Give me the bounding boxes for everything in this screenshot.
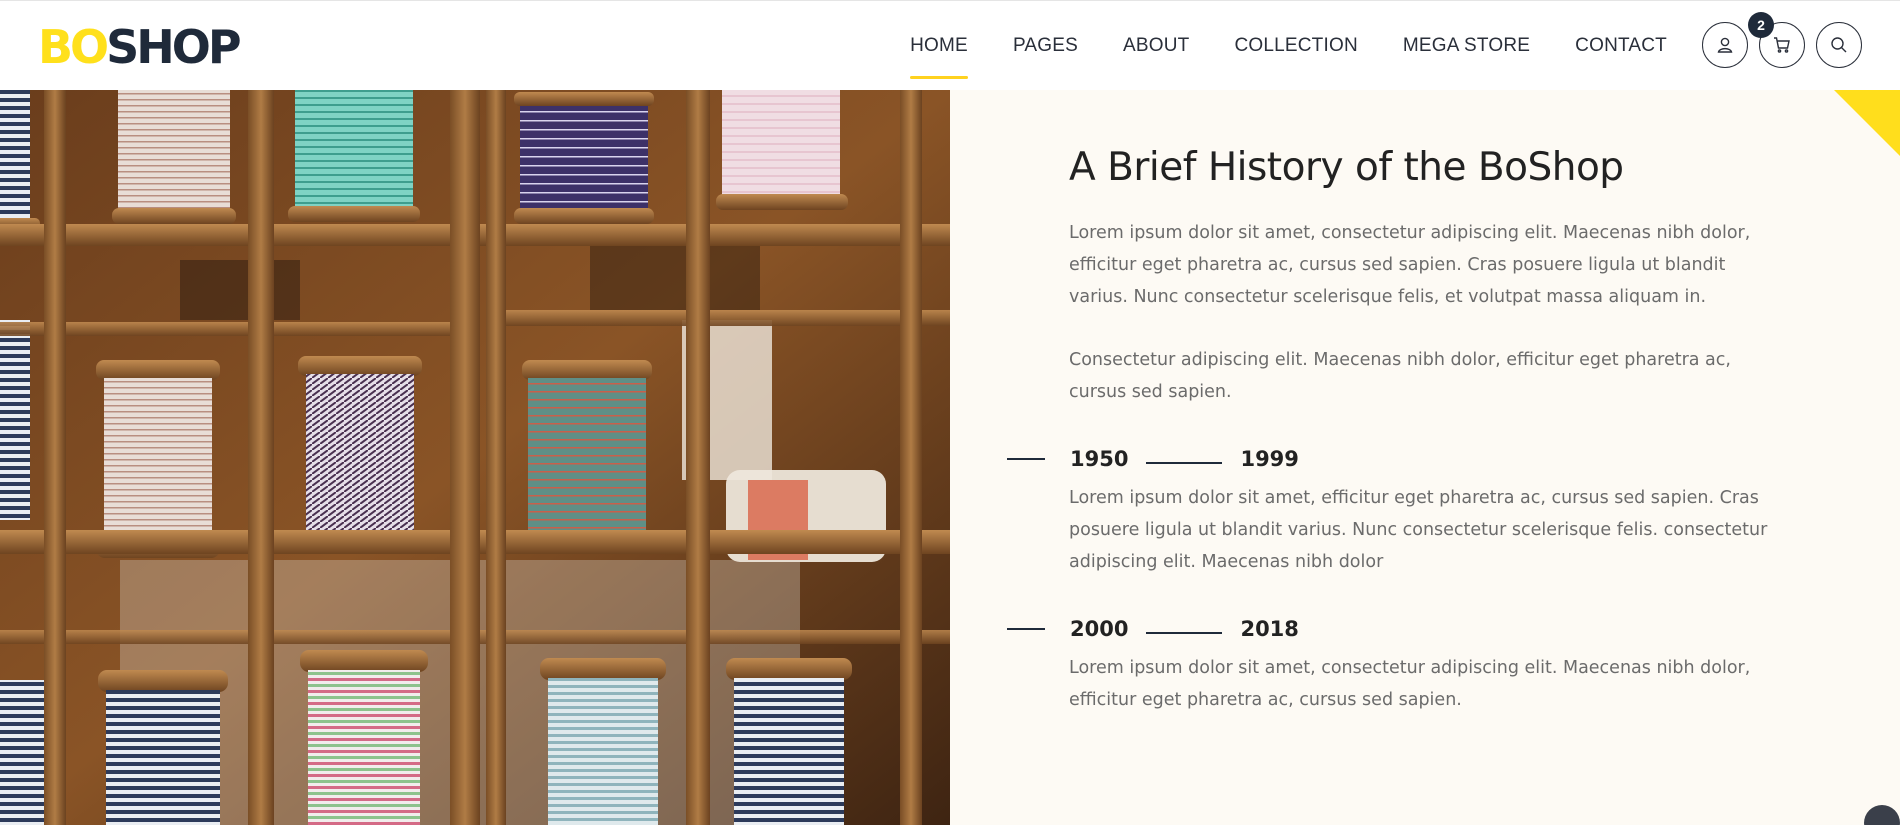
logo-part-shop: SHOP [106,20,241,74]
timeline-description: Lorem ipsum dolor sit amet, consectetur … [1069,658,1751,710]
spools-illustration [0,90,950,825]
secondary-paragraph: Consectetur adipiscing elit. Maecenas ni… [1069,350,1731,402]
nav-item-mega-store[interactable]: MEGA STORE [1403,35,1530,57]
search-icon [1831,37,1847,53]
cart-count-badge: 2 [1748,12,1774,38]
nav-item-contact[interactable]: CONTACT [1575,35,1667,57]
timeline-description: Lorem ipsum dolor sit amet, efficitur eg… [1069,488,1768,572]
timeline-end-year: 1999 [1240,447,1299,471]
search-button[interactable] [1816,22,1862,68]
cart-icon [1774,37,1790,53]
nav-item-about[interactable]: ABOUT [1123,35,1189,57]
main-nav: HOME PAGES ABOUT COLLECTION MEGA STORE C… [910,1,1667,91]
logo-part-bo: BO [38,20,109,74]
nav-item-collection[interactable]: COLLECTION [1234,35,1357,57]
timeline-range-line [1146,462,1223,464]
nav-item-home[interactable]: HOME [910,35,968,79]
timeline-start-year: 1950 [1070,447,1129,471]
user-icon [1717,37,1733,53]
intro-paragraph: Lorem ipsum dolor sit amet, consectetur … [1069,223,1751,307]
hero-image-ribbon-spools [0,90,950,825]
timeline-entry: 1950 1999 [1007,444,1299,474]
site-logo[interactable]: BOSHOP [38,24,242,70]
account-button[interactable] [1702,22,1748,68]
scroll-to-top-button[interactable] [1864,805,1900,825]
corner-accent [1834,90,1900,156]
timeline-marker [1007,628,1045,630]
timeline-end-year: 2018 [1240,617,1299,641]
nav-item-pages[interactable]: PAGES [1013,35,1078,57]
timeline-range-line [1146,632,1223,634]
history-section: A Brief History of the BoShop Lorem ipsu… [950,90,1900,825]
site-header: BOSHOP HOME PAGES ABOUT COLLECTION MEGA … [0,0,1900,90]
timeline-marker [1007,458,1045,460]
timeline-start-year: 2000 [1070,617,1129,641]
section-title: A Brief History of the BoShop [1069,145,1624,190]
timeline-entry: 2000 2018 [1007,614,1299,644]
